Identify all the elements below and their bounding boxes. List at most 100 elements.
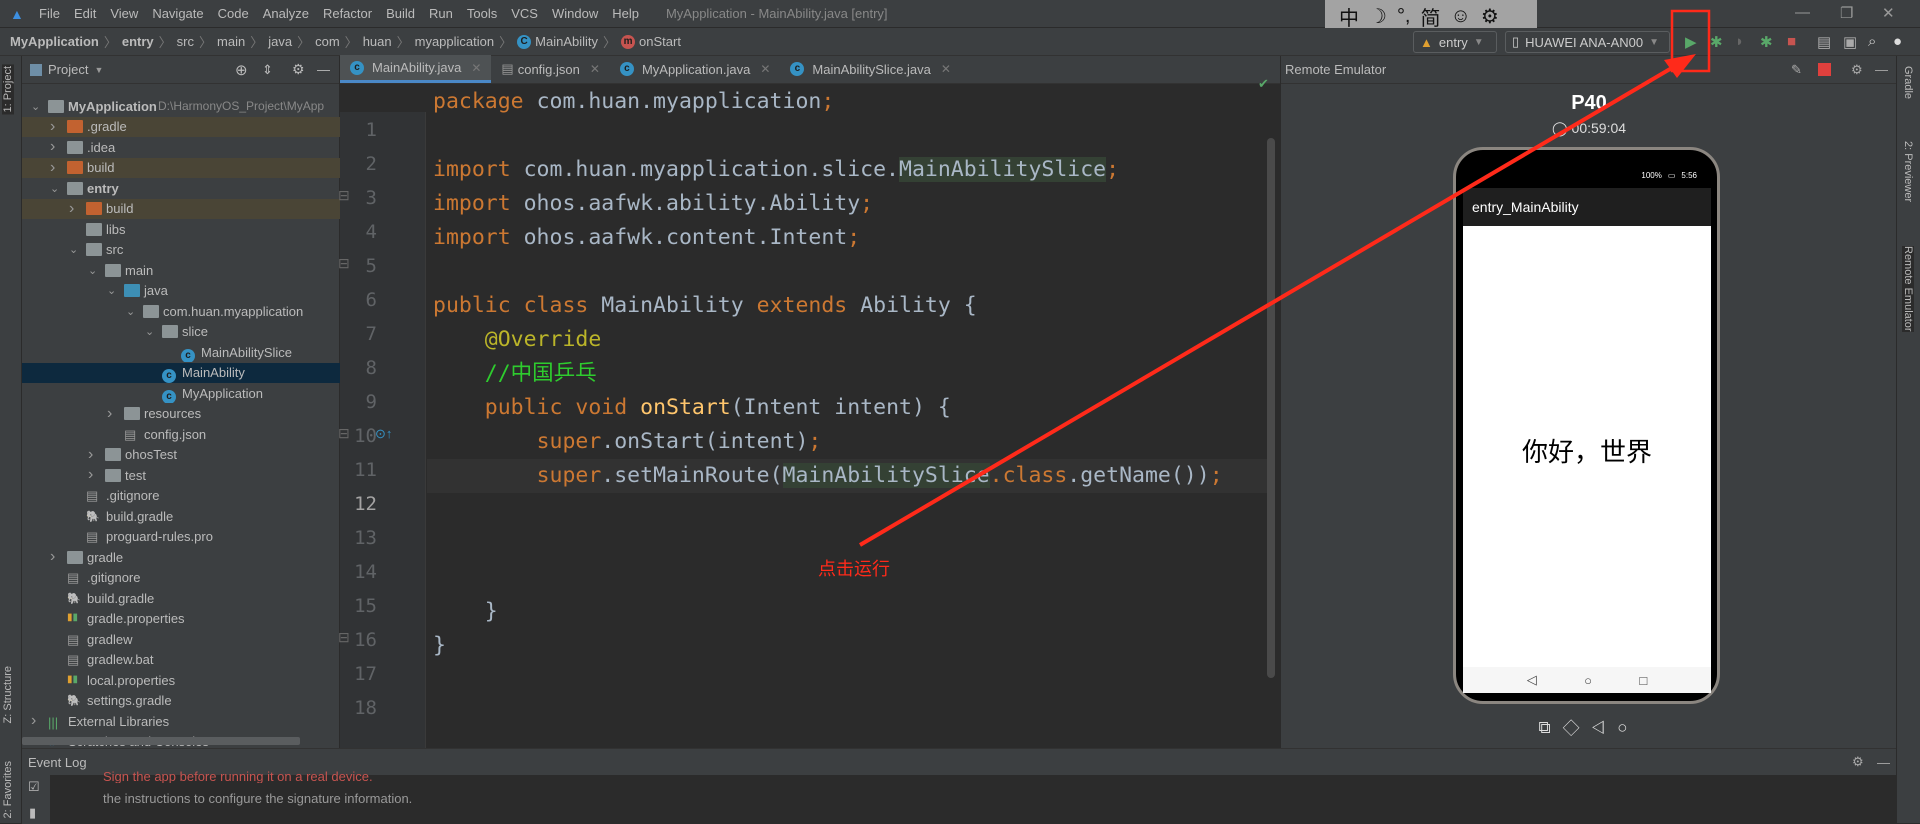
account-icon[interactable]: ● (1893, 33, 1902, 50)
chevron-down-icon[interactable]: ⌄ (31, 100, 41, 113)
menu-item-navigate[interactable]: Navigate (145, 6, 210, 21)
minimize-button[interactable]: — (1795, 4, 1810, 21)
profile-icon[interactable]: ✱ (1760, 33, 1773, 51)
breadcrumb-item[interactable]: MyApplication 〉 (10, 32, 122, 51)
gradle-tool-tab[interactable]: Gradle (1902, 66, 1914, 99)
chevron-right-icon[interactable]: › (88, 466, 98, 484)
tree-item[interactable]: 🐘 settings.gradle (22, 691, 340, 711)
breadcrumb-item[interactable]: m onStart (621, 34, 681, 49)
tree-item[interactable]: ▤ gradlew (22, 629, 340, 649)
mark-read-icon[interactable]: ☑ (28, 779, 40, 795)
tree-item[interactable]: c MainAbility (22, 362, 340, 383)
tree-item[interactable]: ⌄ main (22, 260, 340, 280)
chevron-down-icon[interactable]: ⌄ (88, 264, 98, 277)
vertical-scrollbar[interactable] (1267, 138, 1275, 678)
menu-item-refactor[interactable]: Refactor (316, 6, 379, 21)
chevron-down-icon[interactable]: ⌄ (69, 243, 79, 256)
ime-button[interactable]: ☽ (1369, 4, 1387, 29)
collapse-all-icon[interactable]: ⇕ (262, 62, 273, 78)
tree-item[interactable]: ▮▮ gradle.properties (22, 609, 340, 629)
menu-item-vcs[interactable]: VCS (504, 6, 545, 21)
close-tab-icon[interactable]: ✕ (760, 62, 770, 76)
menu-item-code[interactable]: Code (211, 6, 256, 21)
tree-item[interactable]: › build (22, 198, 340, 219)
ime-button[interactable]: ⚙ (1481, 4, 1499, 29)
phone-screen[interactable]: 你好，世界 (1463, 226, 1711, 667)
attach-debugger-icon[interactable]: ◗ (1735, 33, 1744, 50)
remote-emulator-tool-tab[interactable]: Remote Emulator (1902, 246, 1914, 332)
fold-marker-icon[interactable]: ⊟ (338, 425, 350, 442)
run-config-select[interactable]: ▲ entry ▼ (1413, 31, 1497, 53)
tree-item[interactable]: c MyApplication (22, 383, 340, 403)
tree-item[interactable]: › ||| External Libraries (22, 711, 340, 731)
tree-item[interactable]: ⌄ MyApplication D:\HarmonyOS_Project\MyApp (22, 96, 340, 116)
tree-item[interactable]: ⌄ entry (22, 178, 340, 198)
code-area[interactable]: 1 2 3 4 5 6 7 8 9 10 11 12 13 14 15 16 17 18 ⊟ ⊟ ⊟ ⊟ ⊙↑ packag… (338, 76, 1280, 776)
override-method-icon[interactable]: ⊙↑ (375, 426, 392, 442)
tree-item[interactable]: › .idea (22, 137, 340, 157)
gear-icon[interactable]: ⚙ (1852, 754, 1864, 770)
hide-icon[interactable]: — (317, 62, 330, 77)
screenshot-icon[interactable]: ⧉ (1538, 718, 1562, 737)
locate-icon[interactable]: ⊕ (235, 61, 248, 79)
menu-item-help[interactable]: Help (605, 6, 646, 21)
back-icon[interactable]: ◁ (1527, 672, 1537, 688)
run-icon[interactable]: ▶ (1685, 33, 1697, 51)
chevron-down-icon[interactable]: ⌄ (145, 325, 155, 338)
menu-item-edit[interactable]: Edit (67, 6, 103, 21)
home-icon[interactable]: ○ (1584, 673, 1592, 688)
chevron-down-icon[interactable]: ⌄ (50, 182, 60, 195)
chevron-down-icon[interactable]: ⌄ (107, 284, 117, 297)
tree-item[interactable]: ⌄ java (22, 281, 340, 301)
ime-button[interactable]: °, (1397, 5, 1411, 28)
tab-mainabilityslice-java[interactable]: c MainAbilitySlice.java ✕ (780, 55, 961, 83)
breadcrumb-item[interactable]: C MainAbility 〉 (517, 32, 621, 51)
chevron-right-icon[interactable]: › (31, 712, 41, 730)
project-structure-icon[interactable]: ▤ (1817, 33, 1831, 51)
tree-item[interactable]: ▤ .gitignore (22, 486, 340, 506)
back-icon[interactable]: ◁ (1592, 718, 1618, 737)
chevron-right-icon[interactable]: › (69, 200, 79, 218)
tree-item[interactable]: ▤ config.json (22, 424, 340, 444)
tree-item[interactable]: › build (22, 157, 340, 178)
device-manager-icon[interactable]: ▣ (1843, 33, 1857, 51)
menu-item-window[interactable]: Window (545, 6, 605, 21)
chevron-right-icon[interactable]: › (107, 405, 117, 423)
chevron-right-icon[interactable]: › (88, 446, 98, 464)
tree-item[interactable]: › ohosTest (22, 445, 340, 465)
tree-item[interactable]: ▤ .gitignore (22, 568, 340, 588)
tree-item[interactable]: › test (22, 465, 340, 485)
tree-item[interactable]: › resources (22, 404, 340, 424)
project-tool-tab[interactable]: 1: Project (2, 64, 14, 115)
menu-item-view[interactable]: View (103, 6, 145, 21)
fold-marker-icon[interactable]: ⊟ (338, 255, 350, 272)
tree-item[interactable]: ⌄ slice (22, 322, 340, 342)
tree-item[interactable]: ⌄ src (22, 240, 340, 260)
breadcrumb-item[interactable]: main 〉 (217, 32, 268, 51)
menu-item-run[interactable]: Run (422, 6, 460, 21)
fold-marker-icon[interactable]: ⊟ (338, 187, 350, 204)
pin-icon[interactable]: ✎ (1791, 62, 1802, 78)
menu-item-tools[interactable]: Tools (460, 6, 504, 21)
horizontal-scrollbar[interactable] (22, 737, 300, 745)
ime-button[interactable]: 中 (1339, 2, 1359, 31)
breadcrumb-item[interactable]: entry 〉 (122, 32, 177, 51)
chevron-right-icon[interactable]: › (50, 138, 60, 156)
gear-icon[interactable]: ⚙ (1851, 62, 1863, 78)
menu-item-analyze[interactable]: Analyze (256, 6, 316, 21)
rotate-icon[interactable]: ◇ (1563, 718, 1592, 737)
chevron-right-icon[interactable]: › (50, 118, 60, 136)
close-tab-icon[interactable]: ✕ (590, 62, 600, 76)
structure-tool-tab[interactable]: Z: Structure (2, 666, 14, 723)
close-window-button[interactable]: ✕ (1882, 4, 1895, 22)
tree-item[interactable]: ▤ proguard-rules.pro (22, 527, 340, 547)
close-tab-icon[interactable]: ✕ (941, 62, 951, 76)
ime-button[interactable]: 简 (1421, 2, 1441, 31)
tab-mainability-java[interactable]: c MainAbility.java ✕ (340, 55, 492, 83)
tree-item[interactable]: ▮▮ local.properties (22, 670, 340, 690)
tree-item[interactable]: ▤ gradlew.bat (22, 650, 340, 670)
search-icon[interactable]: ⌕ (1868, 33, 1876, 50)
hide-icon[interactable]: — (1877, 755, 1890, 770)
trash-icon[interactable]: ▮ (29, 805, 36, 821)
tree-item[interactable]: c MainAbilitySlice (22, 342, 340, 362)
